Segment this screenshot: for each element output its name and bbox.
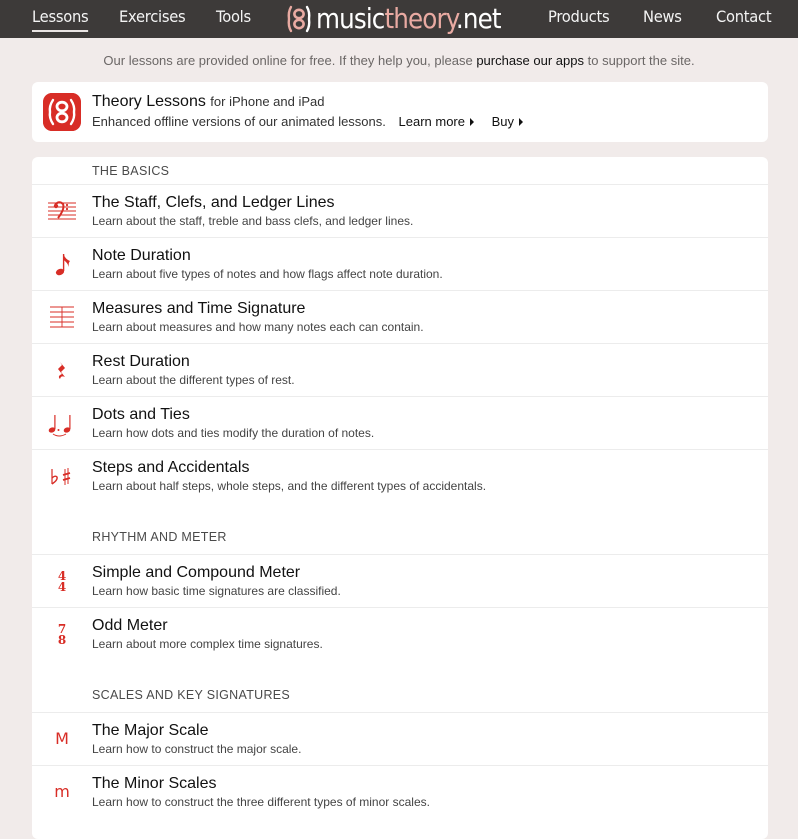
app-description: Enhanced offline versions of our animate… bbox=[92, 114, 386, 129]
minor-letter-icon: m bbox=[54, 782, 70, 801]
time-signature-7-8-icon: 7 8 bbox=[58, 622, 66, 647]
purchase-apps-link[interactable]: purchase our apps bbox=[476, 53, 584, 68]
lesson-description: Learn about measures and how many notes … bbox=[92, 320, 424, 334]
nav-exercises-link[interactable]: Exercises bbox=[119, 0, 186, 38]
section-heading-basics: THE BASICS bbox=[32, 157, 768, 185]
lesson-row-minor-scales[interactable]: m The Minor Scales Learn how to construc… bbox=[32, 766, 768, 819]
support-message: Our lessons are provided online for free… bbox=[0, 53, 798, 71]
app-title: Theory Lessons for iPhone and iPad bbox=[92, 93, 325, 111]
lesson-title: The Major Scale bbox=[92, 722, 209, 739]
major-letter-icon: M bbox=[55, 729, 69, 748]
quarter-rest-icon bbox=[58, 362, 65, 379]
logo-text-net: .net bbox=[455, 2, 502, 35]
buy-link[interactable]: Buy bbox=[491, 114, 524, 129]
lesson-row-major-scale[interactable]: M The Major Scale Learn how to construct… bbox=[32, 713, 768, 766]
logo-icon bbox=[287, 5, 311, 33]
staff-lines-icon bbox=[50, 306, 74, 328]
lesson-title: Simple and Compound Meter bbox=[92, 564, 301, 581]
section-heading-rhythm: RHYTHM AND METER bbox=[32, 503, 768, 555]
logo-wordmark: musictheory.net bbox=[316, 2, 502, 35]
logo-text-music: music bbox=[316, 2, 385, 35]
caret-right-icon bbox=[519, 118, 524, 126]
app-description-line: Enhanced offline versions of our animate… bbox=[92, 114, 524, 129]
lesson-row-steps-accidentals[interactable]: Steps and Accidentals Learn about half s… bbox=[32, 450, 768, 503]
learn-more-label: Learn more bbox=[398, 114, 465, 129]
site-logo[interactable]: musictheory.net bbox=[286, 0, 526, 38]
lesson-row-dots-ties[interactable]: Dots and Ties Learn how dots and ties mo… bbox=[32, 397, 768, 450]
lesson-description: Learn about half steps, whole steps, and… bbox=[92, 479, 487, 493]
lesson-row-staff-clefs[interactable]: The Staff, Clefs, and Ledger Lines Learn… bbox=[32, 185, 768, 238]
nav-tools-link[interactable]: Tools bbox=[216, 0, 251, 38]
lesson-row-simple-compound-meter[interactable]: 4 4 Simple and Compound Meter Learn how … bbox=[32, 555, 768, 608]
lesson-row-note-duration[interactable]: Note Duration Learn about five types of … bbox=[32, 238, 768, 291]
section-heading-scales: SCALES AND KEY SIGNATURES bbox=[32, 661, 768, 713]
buy-label: Buy bbox=[491, 114, 515, 129]
lesson-row-measures[interactable]: Measures and Time Signature Learn about … bbox=[32, 291, 768, 344]
app-platforms: for iPhone and iPad bbox=[210, 94, 325, 109]
lesson-description: Learn how to construct the three differe… bbox=[92, 795, 430, 809]
lesson-description: Learn how to construct the major scale. bbox=[92, 742, 302, 756]
lesson-title: Dots and Ties bbox=[92, 406, 190, 423]
lessons-list: THE BASICS The Staff, Clefs, and Ledger … bbox=[32, 157, 768, 839]
lesson-title: Measures and Time Signature bbox=[92, 300, 306, 317]
time-signature-bottom: 4 bbox=[58, 580, 66, 594]
lesson-description: Learn about the different types of rest. bbox=[92, 373, 295, 387]
support-message-after: to support the site. bbox=[584, 53, 695, 68]
eighth-note-icon bbox=[55, 254, 70, 276]
time-signature-4-4-icon: 4 4 bbox=[58, 569, 66, 594]
app-promo-card: Theory Lessons for iPhone and iPad Enhan… bbox=[32, 82, 768, 142]
top-navigation-bar: Lessons Exercises Tools musictheory.net … bbox=[0, 0, 798, 38]
lesson-description: Learn about more complex time signatures… bbox=[92, 637, 323, 651]
lesson-title: Steps and Accidentals bbox=[92, 459, 250, 476]
bass-clef-icon bbox=[48, 201, 76, 220]
time-signature-bottom: 8 bbox=[58, 633, 66, 647]
nav-products-link[interactable]: Products bbox=[548, 0, 610, 38]
nav-news-link[interactable]: News bbox=[643, 0, 682, 38]
tied-notes-icon bbox=[48, 415, 71, 437]
lesson-title: Odd Meter bbox=[92, 617, 168, 634]
lesson-description: Learn how basic time signatures are clas… bbox=[92, 584, 341, 598]
lesson-description: Learn about five types of notes and how … bbox=[92, 267, 443, 281]
lesson-title: Rest Duration bbox=[92, 353, 190, 370]
caret-right-icon bbox=[470, 118, 474, 126]
lesson-row-odd-meter[interactable]: 7 8 Odd Meter Learn about more complex t… bbox=[32, 608, 768, 661]
app-name: Theory Lessons bbox=[92, 93, 206, 110]
theory-lessons-app-icon[interactable] bbox=[43, 93, 81, 131]
flat-sharp-icon bbox=[51, 468, 71, 485]
support-message-before: Our lessons are provided online for free… bbox=[103, 53, 477, 68]
nav-contact-link[interactable]: Contact bbox=[716, 0, 772, 38]
lesson-row-rest-duration[interactable]: Rest Duration Learn about the different … bbox=[32, 344, 768, 397]
logo-text-theory: theory bbox=[384, 2, 456, 35]
lesson-title: The Staff, Clefs, and Ledger Lines bbox=[92, 194, 335, 211]
lesson-title: Note Duration bbox=[92, 247, 191, 264]
lesson-title: The Minor Scales bbox=[92, 775, 217, 792]
nav-lessons-link[interactable]: Lessons bbox=[32, 0, 89, 38]
learn-more-link[interactable]: Learn more bbox=[399, 114, 474, 129]
lesson-description: Learn how dots and ties modify the durat… bbox=[92, 426, 375, 440]
lesson-description: Learn about the staff, treble and bass c… bbox=[92, 214, 414, 228]
